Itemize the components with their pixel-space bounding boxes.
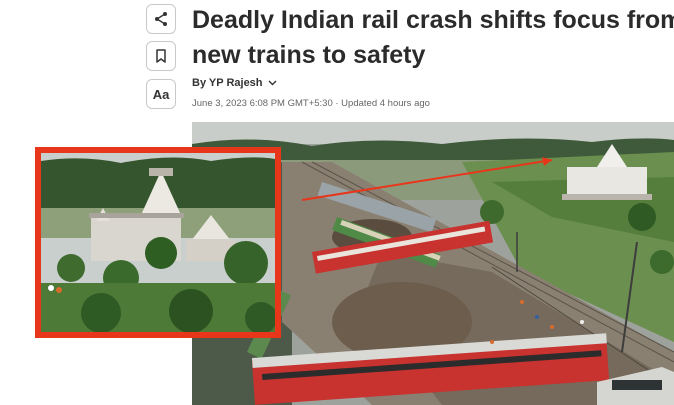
text-size-button[interactable]: Aa [146, 79, 176, 109]
headline-line-2: new trains to safety [192, 41, 426, 69]
author-byline[interactable]: By YP Rajesh [192, 77, 277, 89]
bookmark-button[interactable] [146, 41, 176, 71]
text-size-icon: Aa [152, 86, 170, 102]
author-name[interactable]: By YP Rajesh [192, 77, 263, 89]
share-button[interactable] [146, 4, 176, 34]
headline-line-1: Deadly Indian rail crash shifts focus fr… [192, 6, 674, 34]
temple-inset-highlight [35, 147, 281, 338]
bookmark-icon [156, 49, 166, 63]
article-headline: Deadly Indian rail crash shifts focus fr… [192, 3, 674, 73]
article-timestamp: June 3, 2023 6:08 PM GMT+5:30 · Updated … [192, 98, 430, 109]
share-icon [155, 12, 167, 26]
chevron-down-icon[interactable] [268, 80, 277, 86]
